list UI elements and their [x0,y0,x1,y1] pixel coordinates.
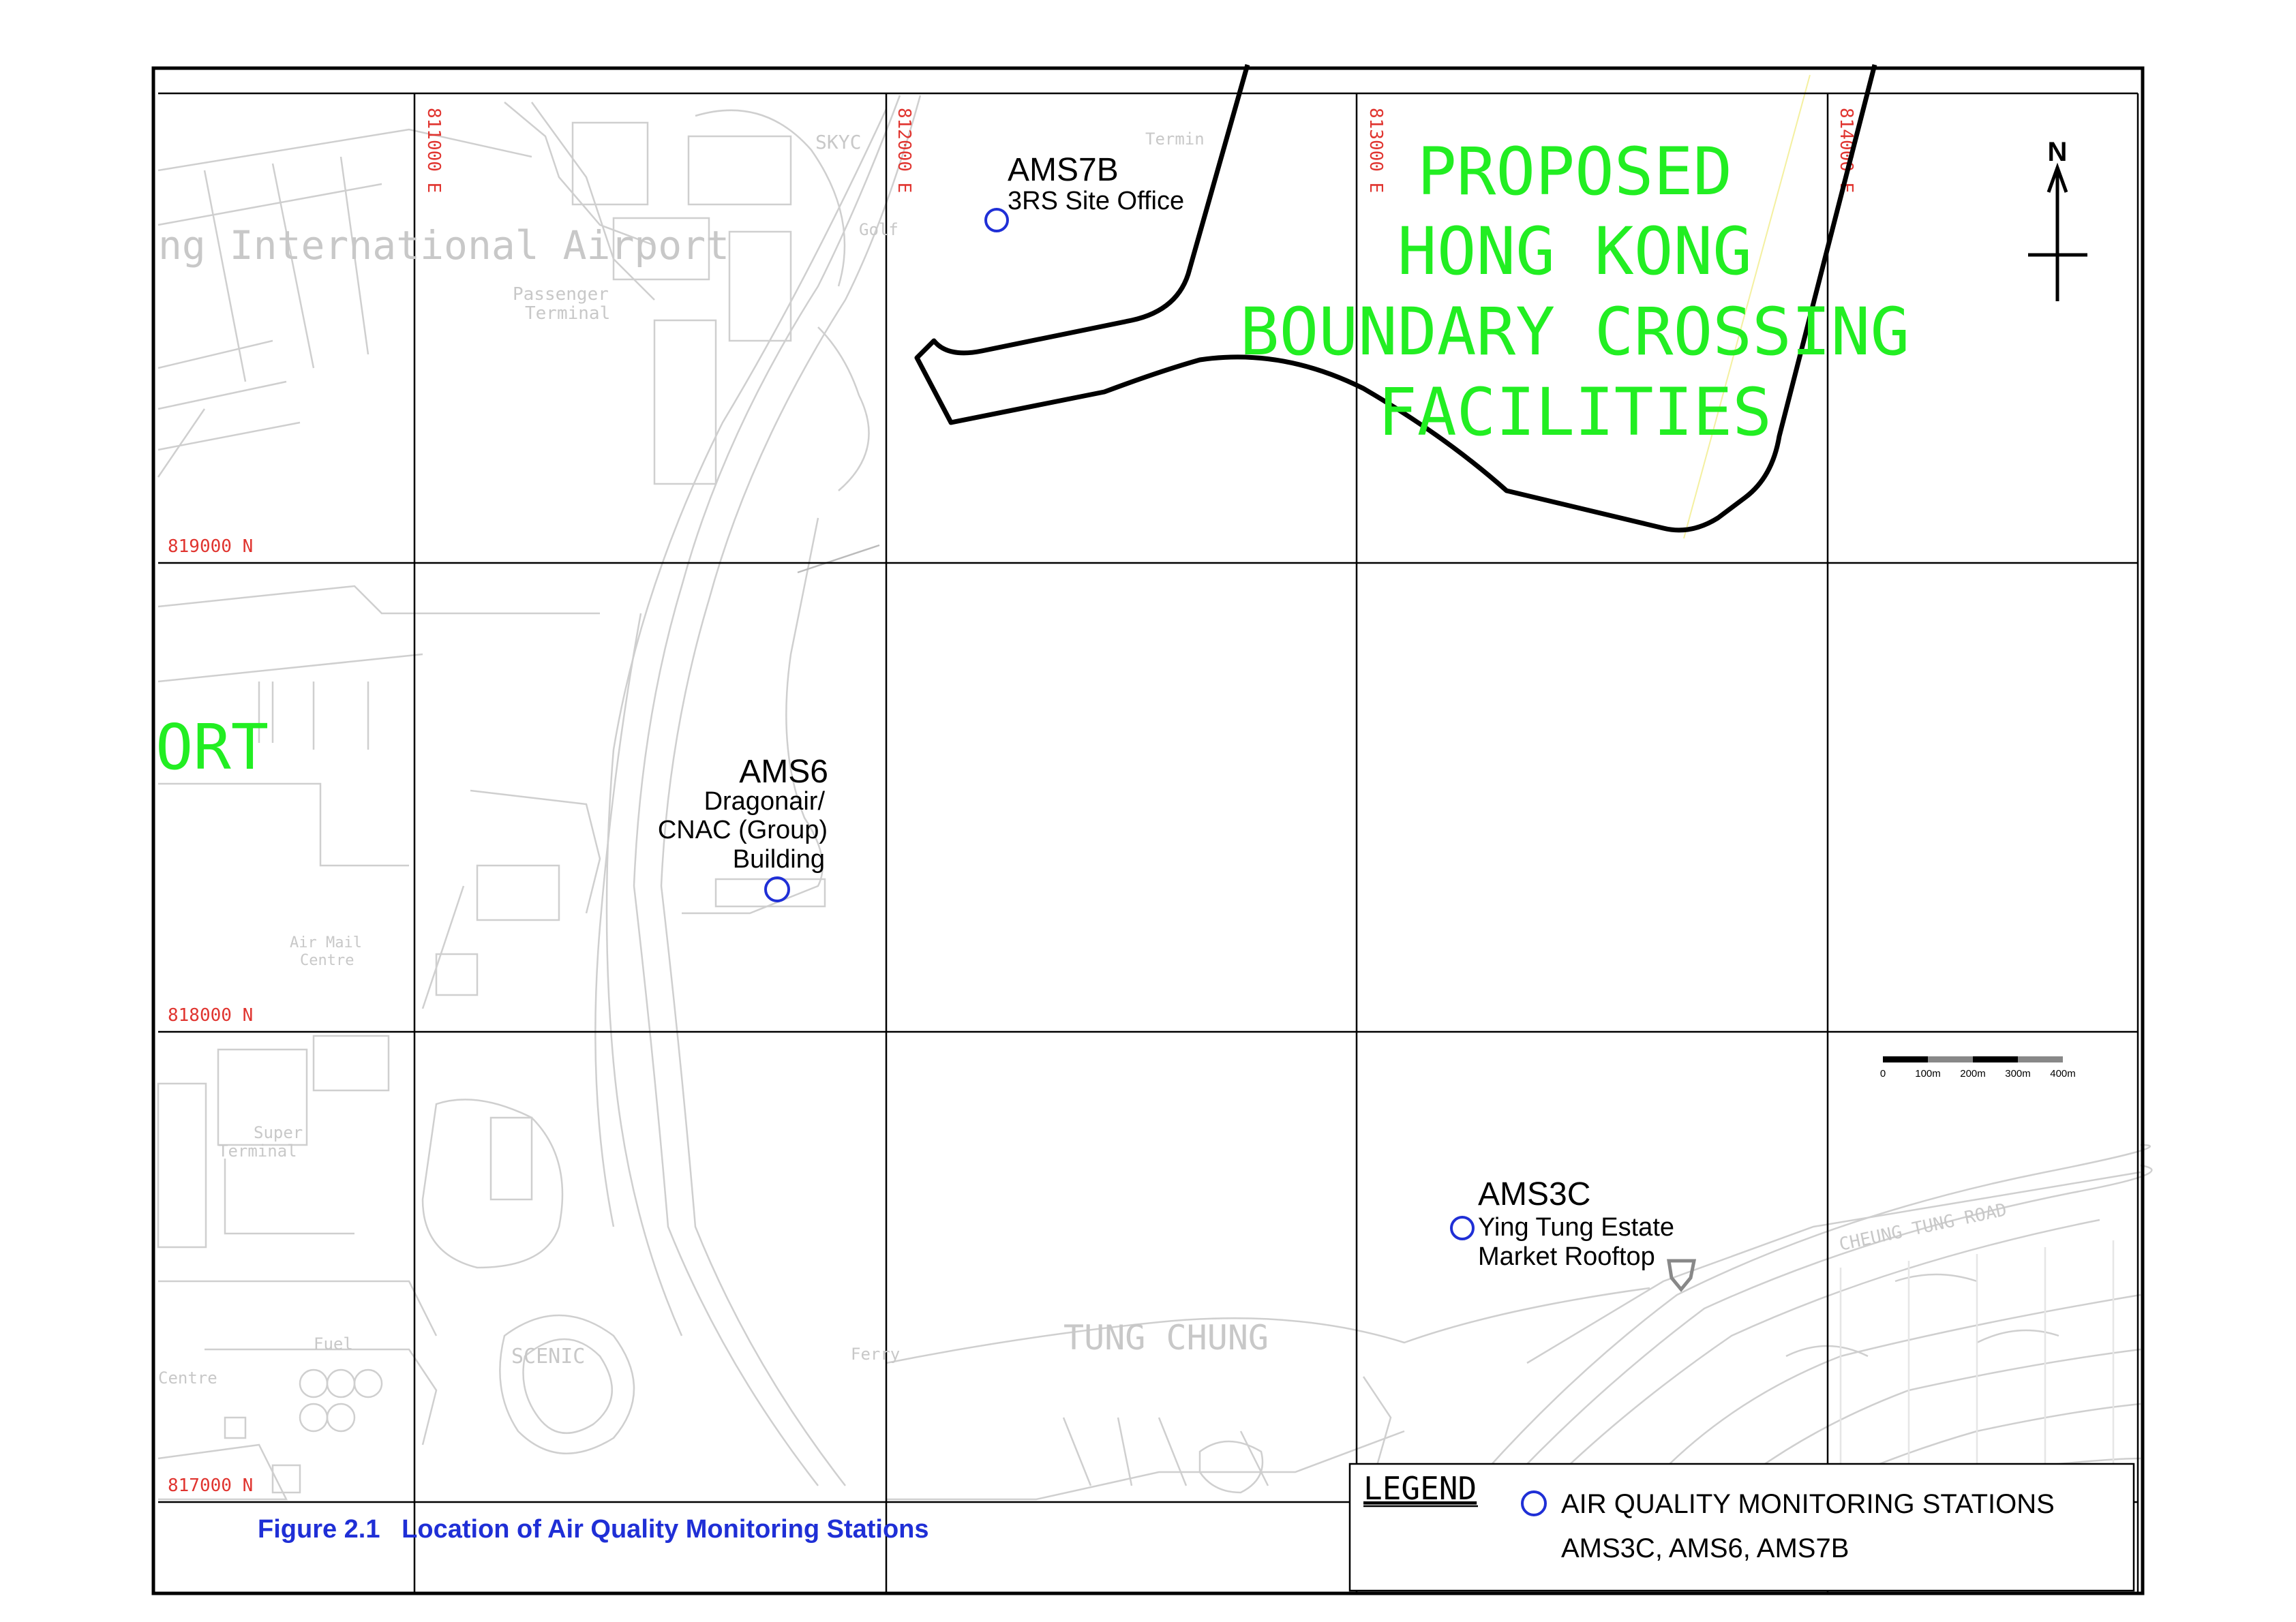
air-mail-centre-label: Air Mail [290,934,362,951]
station-desc-label: Ying Tung Estate [1478,1213,1674,1242]
airport-name-label: ng International Airport [158,222,729,269]
airport-fragment-label: ORT [155,711,269,784]
northing-label: 818000 N [168,1005,253,1026]
scale-label: 400m [2050,1068,2076,1080]
legend-item-label: AIR QUALITY MONITORING STATIONS [1561,1489,2055,1519]
location-map: 811000 E 812000 E 813000 E 814000 E 8190… [0,0,2296,1622]
easting-label: 813000 E [1365,108,1386,193]
station-desc-label: CNAC (Group) [658,816,828,844]
scale-label: 0 [1880,1068,1886,1080]
passenger-terminal-label: Passenger [513,284,609,305]
legend-item-stations: AMS3C, AMS6, AMS7B [1561,1533,1849,1563]
station-desc-label: Market Rooftop [1478,1242,1655,1271]
station-desc-label: Building [733,845,825,874]
fuel-label: Fuel [314,1334,353,1353]
super-terminal-label: Super [254,1123,303,1142]
legend: LEGEND AIR QUALITY MONITORING STATIONS A… [1348,1463,2135,1592]
scale-label: 200m [1960,1068,1986,1080]
golf-label: Golf [859,220,898,239]
scenic-label: SCENIC [511,1345,585,1368]
terminal-label: Termin [1145,129,1205,149]
ferry-label: Ferry [851,1345,900,1364]
site-label-line: BOUNDARY CROSSING [1240,294,1910,370]
station-id-label: AMS7B [1008,152,1119,188]
station-desc-label: 3RS Site Office [1008,187,1184,215]
station-id-label: AMS3C [1478,1176,1590,1212]
site-label-line: PROPOSED [1417,134,1732,210]
station-desc-label: Dragonair/ [704,787,826,816]
centre-label: Centre [158,1368,217,1388]
tung-chung-label: TUNG CHUNG [1063,1318,1269,1358]
legend-title: LEGEND [1363,1470,1477,1507]
scale-label: 100m [1915,1068,1941,1080]
passenger-terminal-label: Terminal [525,303,610,324]
scale-label: 300m [2005,1068,2031,1080]
easting-label: 812000 E [894,108,914,193]
super-terminal-label: Terminal [218,1142,297,1161]
station-id-label: AMS6 [739,754,828,790]
north-label: N [2048,137,2068,167]
northing-label: 817000 N [168,1475,253,1496]
easting-label: 811000 E [423,108,444,193]
figure-caption: Figure 2.1 Location of Air Quality Monit… [258,1515,929,1544]
site-label-line: FACILITIES [1378,374,1772,450]
northing-label: 819000 N [168,536,253,557]
skycity-label: SKYC [815,131,861,153]
site-label-line: HONG KONG [1398,213,1752,290]
air-mail-centre-label: Centre [300,952,354,969]
